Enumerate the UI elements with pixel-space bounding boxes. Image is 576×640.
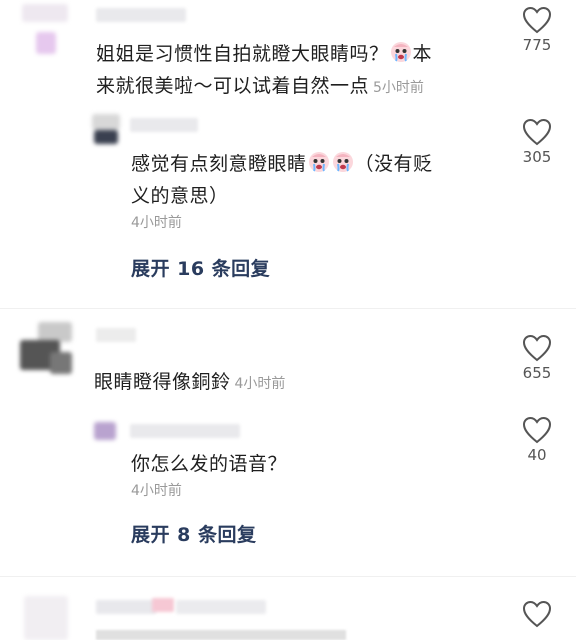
expand-replies-button[interactable]: 展开 8 条回复 xyxy=(131,520,256,547)
timestamp: 4小时前 xyxy=(131,483,182,499)
like-button[interactable]: 655 xyxy=(507,334,567,382)
comment-text-cutoff xyxy=(96,630,346,640)
reply-text: 你怎么发的语音？ xyxy=(131,453,288,475)
timestamp: 4小时前 xyxy=(234,376,286,392)
heart-outline-icon xyxy=(522,118,552,146)
heart-outline-icon xyxy=(522,6,552,34)
divider xyxy=(0,308,576,309)
crying-face-icon xyxy=(308,151,330,173)
username[interactable] xyxy=(96,600,156,614)
reply-text: 感觉有点刻意瞪眼睛 （没有贬 义的意思） xyxy=(131,151,433,207)
timestamp: 5小时前 xyxy=(373,80,424,96)
username-extra xyxy=(176,600,266,614)
like-button[interactable]: 40 xyxy=(507,416,567,464)
like-count: 775 xyxy=(522,36,552,54)
like-button[interactable]: 775 xyxy=(507,6,567,54)
like-count: 655 xyxy=(522,364,552,382)
username[interactable] xyxy=(96,8,186,22)
expand-replies-button[interactable]: 展开 16 条回复 xyxy=(131,254,270,281)
avatar[interactable] xyxy=(92,420,122,442)
username[interactable] xyxy=(130,118,198,132)
avatar[interactable] xyxy=(24,596,72,640)
avatar[interactable] xyxy=(20,322,76,384)
comment-text: 眼睛瞪得像銅鈴 4小时前 xyxy=(94,371,286,393)
like-count: 305 xyxy=(522,148,552,166)
like-count: 40 xyxy=(527,446,547,464)
username[interactable] xyxy=(96,328,136,342)
heart-outline-icon xyxy=(522,334,552,362)
timestamp: 4小时前 xyxy=(131,215,182,231)
avatar[interactable] xyxy=(22,4,68,60)
crying-face-icon xyxy=(390,41,412,63)
heart-outline-icon xyxy=(522,600,552,628)
heart-outline-icon xyxy=(522,416,552,444)
like-button[interactable]: 305 xyxy=(507,118,567,166)
avatar[interactable] xyxy=(92,114,120,146)
crying-face-icon xyxy=(332,151,354,173)
username-badge xyxy=(152,598,174,612)
username[interactable] xyxy=(130,424,240,438)
divider xyxy=(0,576,576,577)
like-button[interactable] xyxy=(507,600,567,628)
comment-text: 姐姐是习惯性自拍就瞪大眼睛吗？本 来就很美啦～可以试着自然一点 5小时前 xyxy=(96,41,433,97)
